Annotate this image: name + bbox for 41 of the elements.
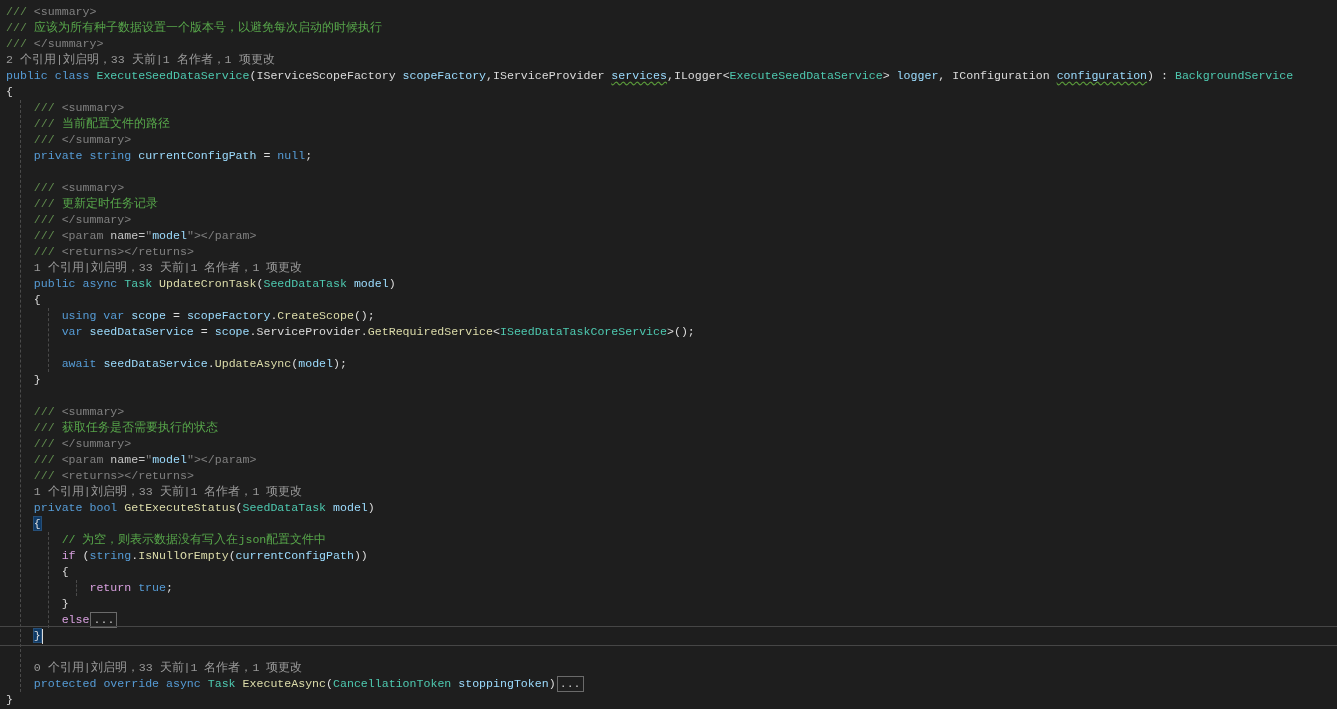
code-line: /// <summary>	[33, 100, 125, 116]
code-line: /// </summary>	[33, 436, 132, 452]
code-line: else	[61, 612, 90, 628]
code-line: private bool GetExecuteStatus(SeedDataTask model)	[33, 500, 375, 516]
code-line: /// <summary>	[33, 404, 125, 420]
codelens-text[interactable]: 0 个引用|刘启明，33 天前|1 名作者，1 项更改	[33, 660, 303, 676]
code-line: await seedDataService.UpdateAsync(model);	[61, 356, 347, 372]
code-line: /// <returns></returns>	[33, 244, 194, 260]
text-cursor	[41, 628, 43, 644]
codelens-text[interactable]: 1 个引用|刘启明，33 天前|1 名作者，1 项更改	[33, 260, 303, 276]
code-line: public async Task UpdateCronTask(SeedDataTask model)	[33, 276, 396, 292]
code-line: {	[61, 564, 69, 580]
code-line: /// <param name="model"></param>	[33, 452, 257, 468]
code-line: if (string.IsNullOrEmpty(currentConfigPath))	[61, 548, 368, 564]
code-line: }	[61, 596, 69, 612]
code-line: /// 更新定时任务记录	[33, 196, 158, 212]
code-line: }	[6, 692, 13, 708]
code-line: /// </summary>	[33, 132, 132, 148]
code-line: return true;	[89, 580, 173, 596]
code-line: var seedDataService = scope.ServiceProvider.GetRequiredService<ISeedDataTaskCoreService>();	[61, 324, 695, 340]
code-line: /// <returns></returns>	[33, 468, 194, 484]
code-line: /// </summary>	[33, 212, 132, 228]
code-line: protected override async Task ExecuteAsync(CancellationToken stoppingToken)	[33, 676, 556, 692]
codelens-text[interactable]: 1 个引用|刘启明，33 天前|1 名作者，1 项更改	[33, 484, 303, 500]
code-line: private string currentConfigPath = null;	[33, 148, 313, 164]
code-line: // 为空，则表示数据没有写入在json配置文件中	[61, 532, 327, 548]
collapsed-code-button[interactable]: ...	[90, 612, 118, 628]
code-line: /// 当前配置文件的路径	[33, 116, 170, 132]
code-line: /// 应该为所有种子数据设置一个版本号，以避免每次启动的时候执行	[6, 20, 382, 36]
codelens-text[interactable]: 2 个引用|刘启明，33 天前|1 名作者，1 项更改	[6, 52, 275, 68]
code-line: {	[33, 292, 41, 308]
code-line: /// </summary>	[6, 36, 104, 52]
code-line: /// <summary>	[6, 4, 97, 20]
code-line: public class ExecuteSeedDataService(IServiceScopeFactory scopeFactory,IServiceProvider services,ILogger<ExecuteSeedDataService> logger, IConfiguration configuration) : BackgroundService	[6, 68, 1294, 84]
code-line: {	[6, 84, 13, 100]
code-line: using var scope = scopeFactory.CreateScope();	[61, 308, 375, 324]
code-line: /// <summary>	[33, 180, 125, 196]
code-line: }	[33, 372, 41, 388]
collapsed-code-button[interactable]: ...	[556, 676, 584, 692]
code-line: /// <param name="model"></param>	[33, 228, 257, 244]
code-line: /// 获取任务是否需要执行的状态	[33, 420, 218, 436]
